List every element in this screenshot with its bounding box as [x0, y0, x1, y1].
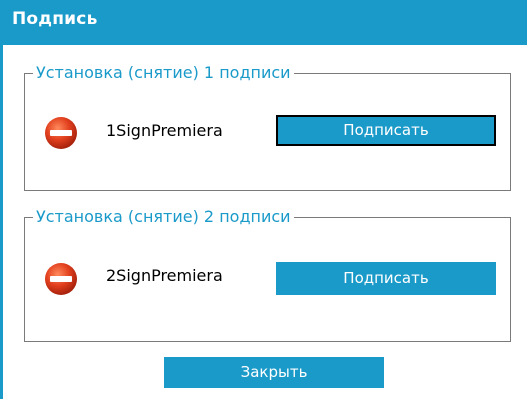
signature-1-label: 1SignPremiera: [106, 121, 223, 140]
signature-group-2-legend: Установка (снятие) 2 подписи: [36, 207, 291, 226]
signature-2-label: 2SignPremiera: [106, 266, 223, 285]
window-left-border: [0, 45, 3, 399]
sign-button-2[interactable]: Подписать: [276, 262, 496, 295]
sign-button-1[interactable]: Подписать: [276, 115, 496, 146]
signature-dialog: Подпись Установка (снятие) 1 подписи 1Si…: [0, 0, 527, 399]
no-entry-icon: [45, 117, 77, 149]
signature-group-1-legend: Установка (снятие) 1 подписи: [36, 63, 291, 82]
window-title: Подпись: [12, 9, 98, 29]
close-button[interactable]: Закрыть: [164, 357, 384, 388]
title-bar: Подпись: [0, 0, 527, 45]
no-entry-icon: [45, 263, 77, 295]
